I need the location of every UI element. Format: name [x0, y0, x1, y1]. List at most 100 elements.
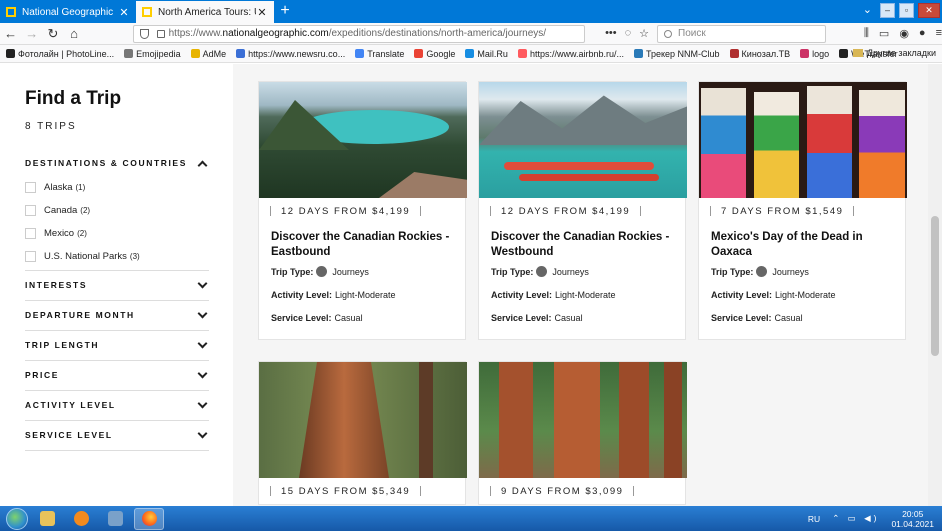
bookmark-item[interactable]: Кинозал.ТВ [729, 49, 790, 59]
service-level-label: Service Level: [271, 312, 332, 323]
account-icon[interactable]: ◉ [899, 27, 909, 40]
play-icon [73, 511, 89, 526]
bookmark-item[interactable]: Google [414, 49, 455, 59]
filter-section: INTERESTS [25, 278, 209, 292]
tab-national-geographic[interactable]: National Geographic ✕ [0, 1, 136, 23]
language-indicator[interactable]: RU [808, 514, 820, 524]
other-bookmarks[interactable]: Другие закладки [853, 48, 936, 58]
taskbar-explorer[interactable] [32, 508, 62, 530]
chevron-down-icon [197, 398, 208, 408]
bookmark-item[interactable]: Трекер NNM-Club [633, 49, 720, 59]
bookmark-item[interactable]: Фотолайн | PhotoLine... [6, 49, 114, 59]
checkbox[interactable] [25, 228, 36, 239]
trip-name[interactable]: Discover the Canadian Rockies - Eastboun… [259, 224, 465, 260]
forward-icon[interactable]: → [21, 26, 42, 41]
shield-icon[interactable] [139, 28, 149, 39]
divider [633, 486, 635, 496]
destination-option[interactable]: Alaska (1) [25, 176, 209, 199]
close-window-button[interactable]: ✕ [918, 3, 940, 18]
option-count: (1) [75, 183, 86, 192]
divider [420, 206, 422, 216]
list-tabs-icon[interactable]: ⌄ [863, 3, 872, 16]
tab-title: North America Tours: USA, Can [158, 6, 256, 18]
bookmark-favicon-icon [517, 49, 527, 58]
trip-image[interactable] [479, 362, 687, 478]
trip-type-value: Journeys [772, 266, 809, 277]
trip-image[interactable] [699, 82, 907, 198]
filter-toggle[interactable]: DEPARTURE MONTH [25, 308, 209, 322]
filter-toggle[interactable]: INTERESTS [25, 278, 209, 292]
more-actions-icon[interactable]: ••• [605, 27, 617, 40]
divider [25, 360, 209, 361]
menu-icon[interactable]: ≡ [936, 27, 942, 40]
filter-toggle[interactable]: PRICE [25, 368, 209, 382]
checkbox[interactable] [25, 251, 36, 262]
bookmark-item[interactable]: Translate [355, 49, 404, 59]
close-tab-icon[interactable]: ✕ [256, 6, 268, 19]
minimize-button[interactable]: – [880, 3, 895, 18]
close-tab-icon[interactable]: ✕ [118, 6, 130, 19]
new-tab-button[interactable]: + [274, 1, 296, 23]
home-icon[interactable]: ⌂ [63, 26, 84, 41]
tray-icons[interactable]: ⌃ ▭ ◀) [832, 513, 879, 524]
checkbox[interactable] [25, 182, 36, 193]
destinations-filter-toggle[interactable]: DESTINATIONS & COUNTRIES [25, 156, 209, 170]
bookmark-item[interactable]: AdMe [190, 49, 226, 59]
destination-option[interactable]: U.S. National Parks (3) [25, 245, 209, 268]
taskbar-firefox[interactable] [134, 507, 164, 530]
service-level-value: Casual [774, 312, 803, 323]
destination-option[interactable]: Mexico (2) [25, 222, 209, 245]
trip-card[interactable]: 12 DAYS FROM $4,199 Discover the Canadian… [258, 81, 467, 340]
back-icon[interactable]: ← [0, 26, 21, 41]
bookmark-item[interactable]: https://www.newsru.co... [236, 49, 345, 59]
trip-image[interactable] [259, 82, 467, 198]
filter-heading: DESTINATIONS & COUNTRIES [25, 158, 187, 168]
lock-icon[interactable] [156, 29, 165, 38]
search-box[interactable]: Поиск [657, 24, 826, 43]
bookmark-item[interactable]: Mail.Ru [465, 49, 508, 59]
taskbar-media-player[interactable] [66, 508, 96, 530]
trip-card[interactable]: 7 DAYS FROM $1,549 Mexico's Day of the De… [698, 81, 907, 340]
window-controls: – ▫ ✕ [878, 0, 942, 21]
pocket-icon[interactable]: ◌ [625, 27, 632, 40]
trip-meta: 12 DAYS FROM $4,199 [479, 198, 685, 224]
checkbox[interactable] [25, 205, 36, 216]
bookmark-item[interactable]: https://www.airbnb.ru/... [517, 49, 624, 59]
address-bar[interactable]: https://www.nationalgeographic.com/exped… [132, 24, 586, 43]
filter-heading: ACTIVITY LEVEL [25, 400, 116, 410]
sidebar-icon[interactable]: ▭ [879, 27, 889, 40]
page-scrollbar[interactable] [928, 64, 942, 506]
clock-date: 01.04.2021 [891, 518, 934, 529]
start-button[interactable] [6, 507, 28, 530]
filter-toggle[interactable]: SERVICE LEVEL [25, 428, 209, 442]
journeys-icon [536, 266, 548, 277]
destination-option[interactable]: Canada (2) [25, 199, 209, 222]
bookmark-item[interactable]: logo [800, 49, 829, 59]
option-count: (3) [129, 252, 140, 261]
extension-icon[interactable]: ● [919, 27, 926, 40]
trip-name[interactable]: Mexico's Day of the Dead in Oaxaca [699, 224, 905, 260]
filter-toggle[interactable]: TRIP LENGTH [25, 338, 209, 352]
reload-icon[interactable]: ↻ [42, 26, 63, 42]
scrollbar-thumb[interactable] [931, 216, 939, 356]
library-icon[interactable]: ⫼ [864, 27, 869, 40]
trip-card[interactable]: 12 DAYS FROM $4,199 Discover the Canadian… [478, 81, 687, 340]
taskbar-photo-app[interactable] [100, 508, 130, 530]
bookmark-star-icon[interactable]: ☆ [639, 27, 649, 40]
filter-section: ACTIVITY LEVEL [25, 398, 209, 412]
clock[interactable]: 20:05 01.04.2021 [891, 509, 934, 529]
filter-toggle[interactable]: ACTIVITY LEVEL [25, 398, 209, 412]
bookmark-item[interactable]: Emojipedia [124, 49, 181, 59]
service-level-row: Service Level: Casual [259, 306, 465, 329]
search-placeholder: Поиск [678, 28, 706, 39]
trip-card[interactable]: 15 DAYS FROM $5,349 [258, 361, 467, 505]
trip-image[interactable] [259, 362, 467, 478]
trip-name[interactable]: Discover the Canadian Rockies - Westboun… [479, 224, 685, 260]
trip-image[interactable] [479, 82, 687, 198]
trip-type-label: Trip Type: [271, 266, 314, 277]
trip-card[interactable]: 9 DAYS FROM $3,099 [478, 361, 687, 505]
option-label: U.S. National Parks [44, 251, 127, 262]
maximize-button[interactable]: ▫ [899, 3, 914, 18]
tab-north-america-tours[interactable]: North America Tours: USA, Can ✕ [136, 1, 274, 23]
bookmark-label: https://www.newsru.co... [248, 48, 346, 59]
